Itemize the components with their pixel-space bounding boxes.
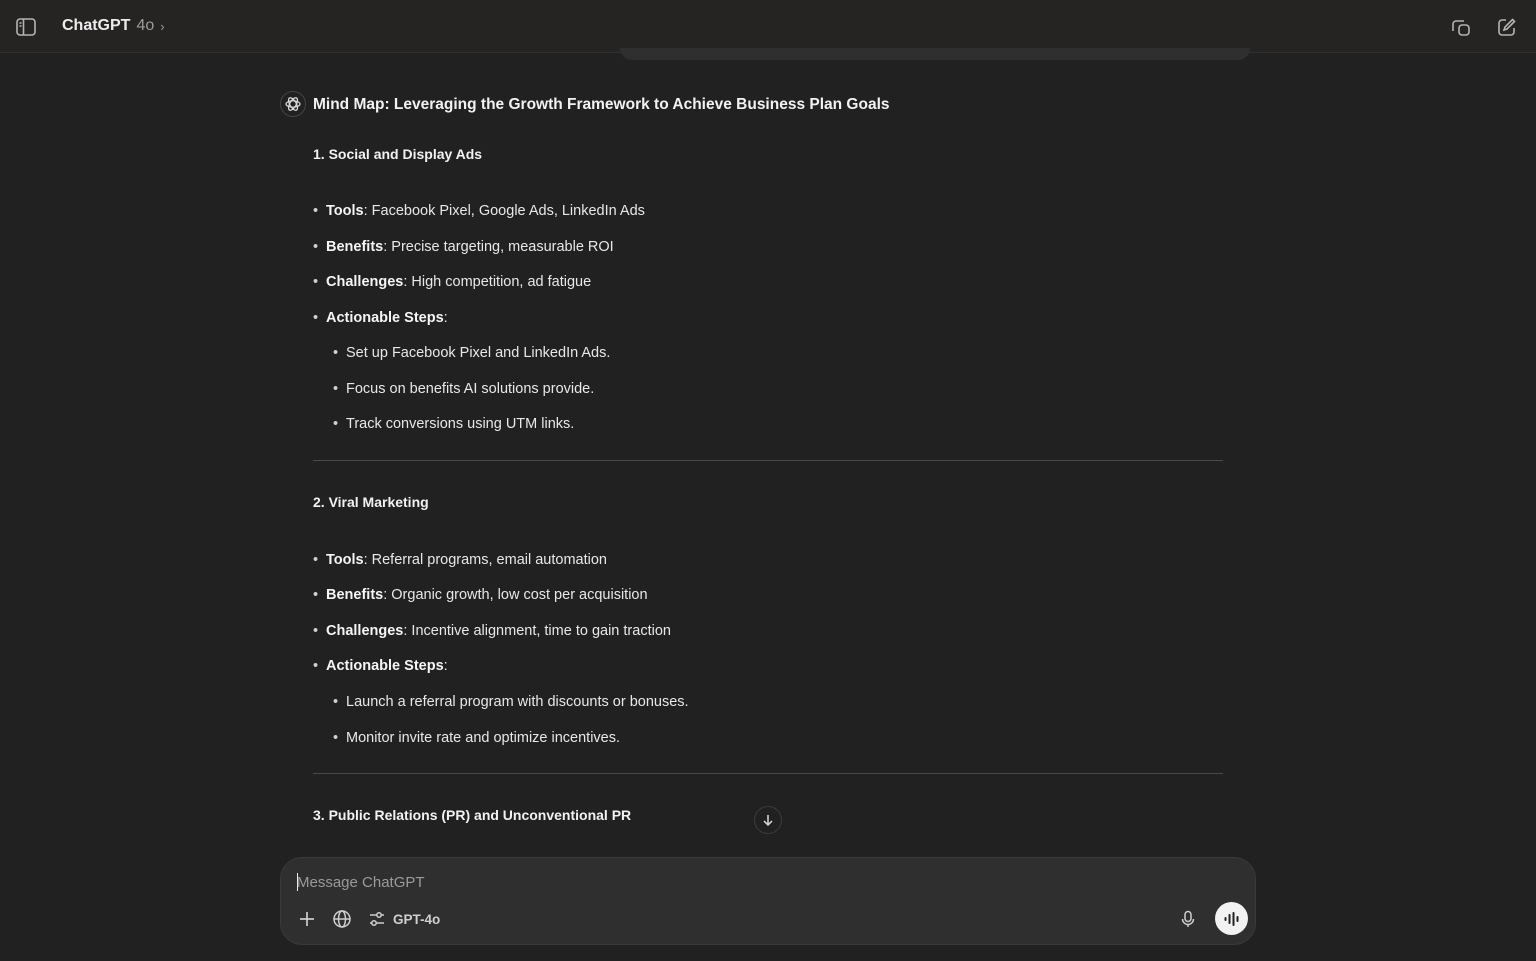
model-selector[interactable]: ChatGPT 4o › (62, 17, 165, 35)
section-divider (313, 773, 1223, 774)
text-caret (297, 873, 298, 891)
openai-logo-icon (280, 91, 306, 117)
scroll-to-bottom-button[interactable] (754, 806, 782, 834)
message-title: Mind Map: Leveraging the Growth Framewor… (313, 96, 890, 113)
model-version: 4o (136, 17, 155, 34)
message-composer: GPT-4o (280, 857, 1256, 945)
message-input[interactable] (297, 870, 1197, 894)
microphone-icon (1181, 910, 1195, 927)
section-divider (313, 460, 1223, 461)
step-item: • Launch a referral program with discount… (333, 694, 689, 710)
voice-mode-icon (1224, 911, 1238, 926)
list-item: • Actionable Steps: (313, 658, 448, 674)
tools-model-button[interactable]: GPT-4o (367, 907, 440, 931)
list-item: • Tools: Referral programs, email automat… (313, 552, 607, 568)
section-heading: 3. Public Relations (PR) and Unconventio… (313, 807, 632, 823)
step-item: • Set up Facebook Pixel and LinkedIn Ads. (333, 345, 611, 361)
step-item: • Track conversions using UTM links. (333, 416, 575, 432)
step-item: • Focus on benefits AI solutions provide. (333, 381, 595, 397)
step-item: • Monitor invite rate and optimize incent… (333, 730, 621, 746)
new-chat-icon[interactable] (1495, 16, 1519, 38)
model-tool-label: GPT-4o (393, 911, 441, 927)
list-item: • Tools: Facebook Pixel, Google Ads, Link… (313, 203, 645, 219)
app-title: ChatGPT (62, 17, 131, 34)
list-item: • Challenges: Incentive alignment, time t… (313, 623, 671, 639)
arrow-down-icon (763, 815, 773, 827)
list-item: • Benefits: Organic growth, low cost per … (313, 587, 648, 603)
voice-mode-button[interactable] (1215, 902, 1248, 935)
list-item: • Benefits: Precise targeting, measurable… (313, 239, 614, 255)
conversation-area: Mind Map: Leveraging the Growth Framewor… (0, 54, 1536, 854)
temporary-chat-icon[interactable] (1449, 16, 1473, 38)
list-item: • Challenges: High competition, ad fatigu… (313, 274, 592, 290)
section-heading: 2. Viral Marketing (313, 494, 429, 510)
plus-icon (300, 912, 314, 926)
attach-button[interactable] (297, 907, 317, 931)
search-web-button[interactable] (332, 907, 352, 931)
sliders-icon (370, 912, 384, 926)
list-item: • Actionable Steps: (313, 310, 448, 326)
sidebar-toggle-icon[interactable] (14, 16, 38, 38)
globe-icon (333, 910, 351, 928)
dictate-button[interactable] (1178, 907, 1198, 931)
section-heading: 1. Social and Display Ads (313, 146, 483, 162)
top-bar: ChatGPT 4o › (0, 0, 1536, 53)
chevron-right-icon: › (160, 18, 165, 34)
